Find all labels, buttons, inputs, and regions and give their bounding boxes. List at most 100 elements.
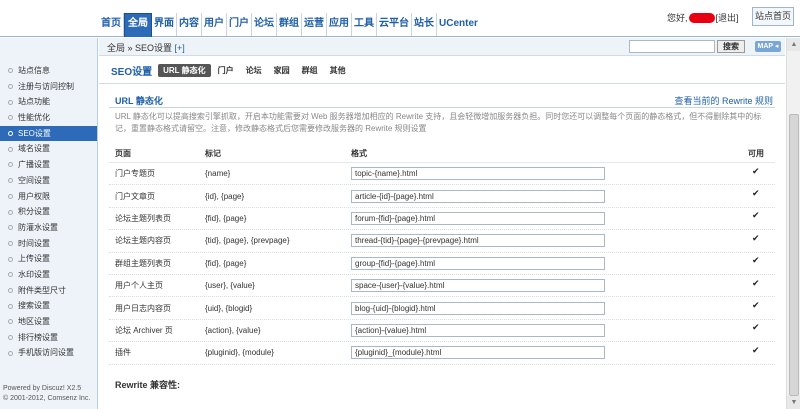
sidebar-item[interactable]: 手机版访问设置 <box>0 345 97 361</box>
table-row: 用户日志内容页 {uid}, {blogid} blog-{uid}-{blogid… <box>109 297 775 320</box>
nav-item-interface[interactable]: 界面 <box>152 13 177 36</box>
sidebar-item-label: 域名设置 <box>18 144 50 154</box>
scroll-thumb[interactable] <box>789 114 799 396</box>
nav-item-tools[interactable]: 工具 <box>352 13 377 36</box>
enabled-checkbox[interactable] <box>752 210 760 221</box>
tab-home[interactable]: 家园 <box>269 64 295 77</box>
sidebar-item-label: 空间设置 <box>18 175 50 185</box>
sidebar-item[interactable]: 空间设置 <box>0 173 97 189</box>
sidebar-item[interactable]: 用户权限 <box>0 189 97 205</box>
enabled-checkbox[interactable] <box>752 345 760 356</box>
enabled-checkbox[interactable] <box>752 278 760 289</box>
site-home-button[interactable]: 站点首页 <box>752 7 794 26</box>
tab-forum[interactable]: 论坛 <box>241 64 267 77</box>
format-input[interactable]: forum-{fid}-{page}.html <box>351 211 605 225</box>
sidebar-item[interactable]: 站点信息 <box>0 63 97 79</box>
sidebar-item[interactable]: 注册与访问控制 <box>0 79 97 95</box>
enabled-checkbox[interactable] <box>752 166 760 177</box>
row-format-cell: article-{id}-{page}.html <box>351 189 737 203</box>
scroll-down-arrow-icon[interactable]: ▼ <box>787 396 800 409</box>
row-marks: {pluginid}, {module} <box>205 348 274 358</box>
page-title: SEO设置 <box>111 67 153 78</box>
bullet-icon <box>8 84 13 90</box>
nav-item-portal[interactable]: 门户 <box>227 13 252 36</box>
sidebar-item[interactable]: 防灌水设置 <box>0 220 97 236</box>
breadcrumb: 全局 » SEO设置 [+] <box>107 41 185 54</box>
row-enabled-cell <box>737 233 775 246</box>
add-shortcut-link[interactable]: [+] <box>175 43 185 53</box>
sidebar-item[interactable]: 时间设置 <box>0 236 97 252</box>
rewrite-table: 页面 标记 格式 可用 门户专题页 {name} topic-{name}.html… <box>109 145 775 365</box>
vertical-scrollbar[interactable]: ▲ ▼ <box>786 38 800 409</box>
sidebar-item[interactable]: 性能优化 <box>0 110 97 126</box>
sidebar-item[interactable]: 上传设置 <box>0 251 97 267</box>
breadcrumb-text[interactable]: 全局 » SEO设置 <box>107 43 172 53</box>
sidebar-item[interactable]: 水印设置 <box>0 267 97 283</box>
tab-portal[interactable]: 门户 <box>213 64 239 77</box>
nav-item-home[interactable]: 首页 <box>99 13 124 36</box>
bullet-icon <box>8 225 13 231</box>
table-row: 论坛 Archiver 页 {action}, {value} {action}-{… <box>109 320 775 343</box>
sidebar-item-label: SEO设置 <box>18 128 51 138</box>
sidebar-item[interactable]: 排行榜设置 <box>0 330 97 346</box>
format-input[interactable]: blog-{uid}-{blogid}.html <box>351 301 605 315</box>
sidebar-item[interactable]: 广播设置 <box>0 157 97 173</box>
greeting-text: 您好, <box>667 13 688 23</box>
sidebar-item[interactable]: 积分设置 <box>0 204 97 220</box>
tab-other[interactable]: 其他 <box>325 64 351 77</box>
enabled-checkbox[interactable] <box>752 322 760 333</box>
view-rewrite-rules-link[interactable]: 查看当前的 Rewrite 规则 <box>674 94 773 107</box>
bullet-icon <box>8 303 13 309</box>
sidebar-item-label: 排行榜设置 <box>18 332 58 342</box>
bullet-icon <box>8 146 13 152</box>
row-page-name: 插件 <box>115 348 131 358</box>
enabled-checkbox[interactable] <box>752 300 760 311</box>
nav-item-global[interactable]: 全局 <box>124 13 152 37</box>
format-input[interactable]: topic-{name}.html <box>351 167 605 181</box>
row-enabled-cell <box>737 345 775 358</box>
sidebar-item[interactable]: 域名设置 <box>0 141 97 157</box>
nav-item-content[interactable]: 内容 <box>177 13 202 36</box>
row-marks: {fid}, {page} <box>205 258 247 268</box>
format-input[interactable]: thread-{tid}-{page}-{prevpage}.html <box>351 234 605 248</box>
main-nav: 首页 全局 界面 内容 用户 门户 论坛 群组 运营 应用 工具 云平台 站长 … <box>99 13 480 37</box>
format-input[interactable]: {pluginid}_{module}.html <box>351 346 605 360</box>
bullet-icon <box>8 319 13 325</box>
sidebar-item-label: 注册与访问控制 <box>18 81 74 91</box>
nav-item-users[interactable]: 用户 <box>202 13 227 36</box>
sidebar-item-label: 附件类型尺寸 <box>18 285 66 295</box>
bullet-icon <box>8 240 13 246</box>
logout-link[interactable]: [退出] <box>716 11 739 24</box>
sidebar-item[interactable]: 附件类型尺寸 <box>0 283 97 299</box>
nav-item-forum[interactable]: 论坛 <box>252 13 277 36</box>
enabled-checkbox[interactable] <box>752 233 760 244</box>
format-input[interactable]: article-{id}-{page}.html <box>351 189 605 203</box>
row-page-name: 论坛主题列表页 <box>115 213 171 223</box>
header-page: 页面 <box>115 149 131 158</box>
nav-item-ucenter[interactable]: UCenter <box>437 13 480 36</box>
nav-item-operations[interactable]: 运营 <box>302 13 327 36</box>
nav-item-cloud[interactable]: 云平台 <box>377 13 412 36</box>
format-input[interactable]: group-{fid}-{page}.html <box>351 256 605 270</box>
row-page-name: 论坛主题内容页 <box>115 236 171 246</box>
breadcrumb-bar: 全局 » SEO设置 [+] 搜索 MAP ◂ <box>99 38 785 56</box>
map-button[interactable]: MAP ◂ <box>755 41 781 52</box>
nav-item-webmaster[interactable]: 站长 <box>412 13 437 36</box>
nav-item-apps[interactable]: 应用 <box>327 13 352 36</box>
sidebar-item[interactable]: 地区设置 <box>0 314 97 330</box>
tab-url-rewrite[interactable]: URL 静态化 <box>158 64 211 77</box>
format-input[interactable]: space-{user}-{value}.html <box>351 279 605 293</box>
scroll-up-arrow-icon[interactable]: ▲ <box>787 38 800 51</box>
enabled-checkbox[interactable] <box>752 188 760 199</box>
tab-groups[interactable]: 群组 <box>297 64 323 77</box>
search-button[interactable]: 搜索 <box>717 40 745 53</box>
row-marks: {tid}, {page}, {prevpage} <box>205 236 290 246</box>
nav-item-groups[interactable]: 群组 <box>277 13 302 36</box>
search-input[interactable] <box>629 40 715 53</box>
format-input[interactable]: {action}-{value}.html <box>351 323 605 337</box>
sidebar-item[interactable]: 站点功能 <box>0 94 97 110</box>
header-enabled: 可用 <box>748 149 764 158</box>
sidebar-item[interactable]: 搜索设置 <box>0 298 97 314</box>
sidebar-item[interactable]: SEO设置 <box>0 125 97 142</box>
enabled-checkbox[interactable] <box>752 255 760 266</box>
